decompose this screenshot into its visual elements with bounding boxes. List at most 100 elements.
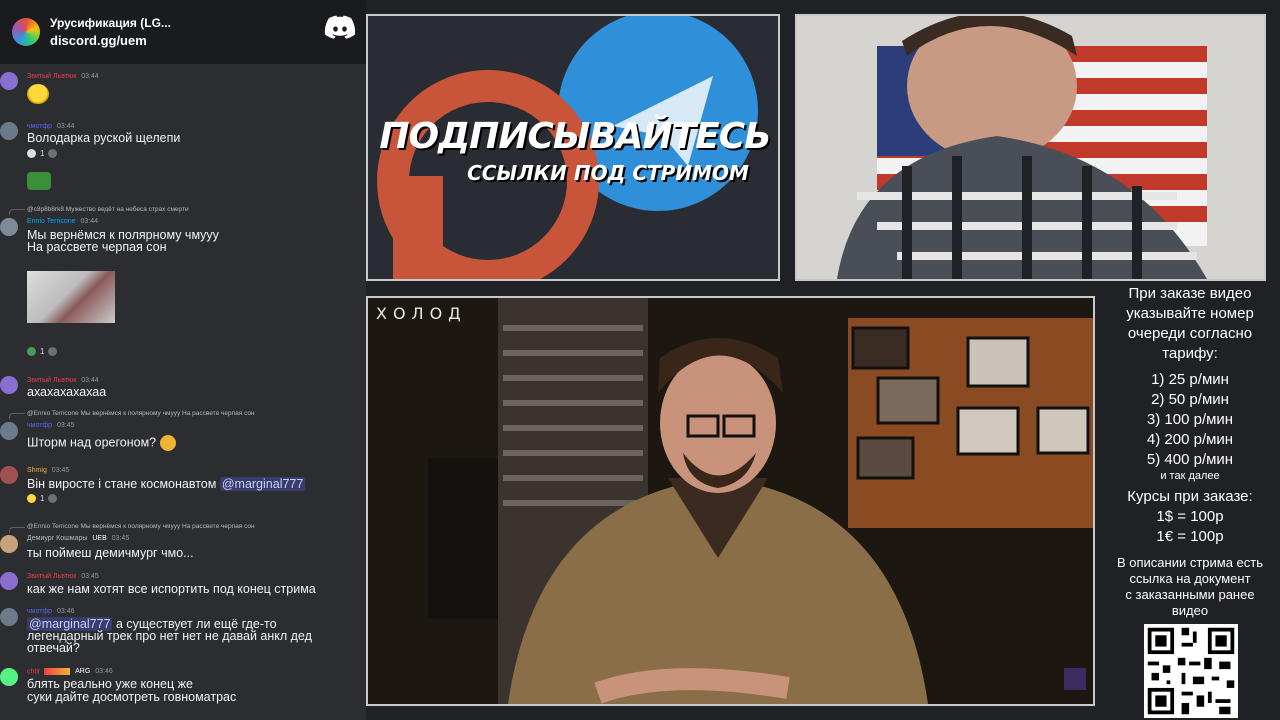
avatar [0, 122, 18, 140]
reaction-count: 1 [40, 149, 45, 158]
timestamp: 03:44 [57, 123, 75, 130]
username[interactable]: Ennio Terricone [27, 218, 76, 225]
reply-preview[interactable]: @Ennio Terricone Мы вернёмся к полярному… [27, 523, 255, 530]
courses-title: Курсы при заказе: [1127, 488, 1253, 505]
avatar [0, 422, 18, 440]
info-bottom-text: видео [1171, 603, 1209, 618]
message-body: как же нам хотят все испортить под конец… [27, 582, 316, 596]
reply-connector [9, 209, 25, 215]
webcam-panel [795, 14, 1266, 281]
message-meta: Ennio Terricone 03:44 [27, 218, 98, 225]
info-text: очереди согласно [1127, 325, 1253, 342]
chat-message: @Ennio Terricone Мы вернёмся к полярному… [0, 408, 366, 458]
crying-laughing-emoji-icon [27, 84, 49, 104]
info-bottom-text: с заказанными ранее [1125, 587, 1255, 602]
laughing-emoji-icon [27, 494, 36, 503]
avatar [0, 572, 18, 590]
reply-preview[interactable]: @Ennio Terricone Мы вернёмся к полярному… [27, 410, 255, 417]
message-meta: Звитый Львтюк 03:44 [27, 377, 99, 384]
username[interactable]: чмотфр [27, 123, 52, 130]
server-name: Урусификация (LG... [50, 16, 171, 30]
info-bottom-text: ссылка на документ [1129, 571, 1251, 586]
info-text: тарифу: [1162, 345, 1218, 362]
qr-code-icon[interactable] [1144, 624, 1238, 718]
message-body: ахахахахахаа [27, 385, 107, 399]
discord-widget-header: Урусификация (LG... discord.gg/uem [0, 0, 366, 64]
timestamp: 03:44 [80, 218, 98, 225]
chat-message: чмотфр 03:46 @marginal777 а существует л… [0, 606, 366, 660]
message-body: Володарка руской щелепи [27, 131, 181, 145]
timestamp: 03:45 [51, 467, 70, 474]
promo-headline: ПОДПИСЫВАЙТЕСЬ [379, 116, 771, 157]
timestamp: 03:45 [81, 573, 99, 580]
reply-preview[interactable]: @c8p8b8rk8 Мужество ведёт на небеса стра… [27, 206, 189, 213]
avatar [0, 376, 18, 394]
image-attachment[interactable] [27, 271, 115, 323]
tariff-etc: и так далее [1160, 470, 1220, 482]
add-reaction-icon[interactable] [48, 149, 58, 158]
order-info-panel: При заказе видео указывайте номер очеред… [1100, 284, 1280, 619]
server-icon [12, 18, 40, 46]
server-info: Урусификация (LG... discord.gg/uem [50, 16, 171, 48]
tariff-item: 4) 200 р/мин [1146, 431, 1234, 448]
timestamp: 03:45 [57, 422, 75, 429]
chat-message: Shmig 03:45 Він виросте і стане космонав… [0, 464, 366, 512]
webcam-feed-image [797, 16, 1264, 279]
discord-logo-icon [324, 15, 356, 39]
user-badge: UEB [92, 535, 107, 542]
reaction[interactable]: 1 [27, 347, 58, 356]
avatar [0, 72, 18, 90]
message-body-line: отвечай? [27, 641, 80, 655]
username[interactable]: чмотфр [27, 608, 52, 615]
username[interactable]: чмотфр [27, 422, 52, 429]
server-invite-link[interactable]: discord.gg/uem [50, 33, 171, 48]
message-text: Він виросте і стане космонавтом [27, 477, 217, 491]
info-bottom-text: В описании стрима есть [1116, 555, 1264, 570]
message-meta: Демиург Кошмары UEB 03:45 [27, 535, 129, 542]
skull-emoji-icon [27, 149, 36, 158]
course-item: 1€ = 100р [1156, 528, 1224, 545]
video-player-panel[interactable]: ХОЛОД [366, 296, 1095, 706]
timestamp: 03:44 [81, 377, 99, 384]
chat-message: Звитый Львтюк 03:44 ахахахахахаа [0, 374, 366, 404]
chat-message: chtir ARG 03:46 блять реально уже конец … [0, 666, 366, 716]
username[interactable]: Звитый Львтюк [27, 73, 76, 80]
username[interactable]: Звитый Львтюк [27, 377, 76, 384]
tariff-item: 3) 100 р/мин [1146, 411, 1234, 428]
reaction-count: 1 [40, 347, 45, 356]
username[interactable]: Демиург Кошмары [27, 535, 87, 542]
username[interactable]: Shmig [27, 467, 47, 474]
username[interactable]: Звитый Львтюк [27, 573, 76, 580]
avatar [0, 668, 18, 686]
message-body-line: блять реально уже конец же [27, 677, 193, 691]
video-frame-image [368, 298, 1093, 704]
user-mention[interactable]: @marginal777 [219, 477, 306, 491]
message-body-line: На рассвете черпая сон [27, 240, 167, 254]
message-body: Шторм над орегоном? [27, 435, 176, 451]
message-meta: чмотфр 03:46 [27, 608, 75, 615]
tariff-item: 2) 50 р/мин [1151, 391, 1229, 408]
avatar [0, 535, 18, 553]
reaction[interactable]: 1 [27, 494, 58, 503]
add-reaction-icon[interactable] [48, 347, 58, 356]
reply-connector [9, 413, 25, 419]
reaction[interactable]: 1 [27, 149, 58, 158]
video-brand-logo: ХОЛОД [376, 304, 467, 323]
reaction-emoji-icon [27, 347, 36, 356]
add-reaction-icon[interactable] [48, 494, 58, 503]
timestamp: 03:44 [81, 73, 99, 80]
reply-connector [9, 527, 25, 533]
reaction-count: 1 [40, 494, 45, 503]
role-gradient-badge [44, 668, 71, 675]
message-meta: Звитый Львтюк 03:45 [27, 573, 99, 580]
chat-message: @Ennio Terricone Мы вернёмся к полярному… [0, 522, 366, 562]
avatar [0, 466, 18, 484]
timestamp: 03:46 [95, 668, 113, 676]
message-meta: чмотфр 03:45 [27, 422, 75, 429]
message-meta: Звитый Львтюк 03:44 [27, 73, 99, 80]
timestamp: 03:46 [57, 608, 75, 615]
subscribe-promo-panel: ПОДПИСЫВАЙТЕСЬ ССЫЛКИ ПОД СТРИМОМ [366, 14, 780, 281]
promo-subheadline: ССЫЛКИ ПОД СТРИМОМ [467, 161, 749, 185]
username[interactable]: chtir [27, 668, 40, 675]
message-meta: чмотфр 03:44 [27, 123, 75, 130]
